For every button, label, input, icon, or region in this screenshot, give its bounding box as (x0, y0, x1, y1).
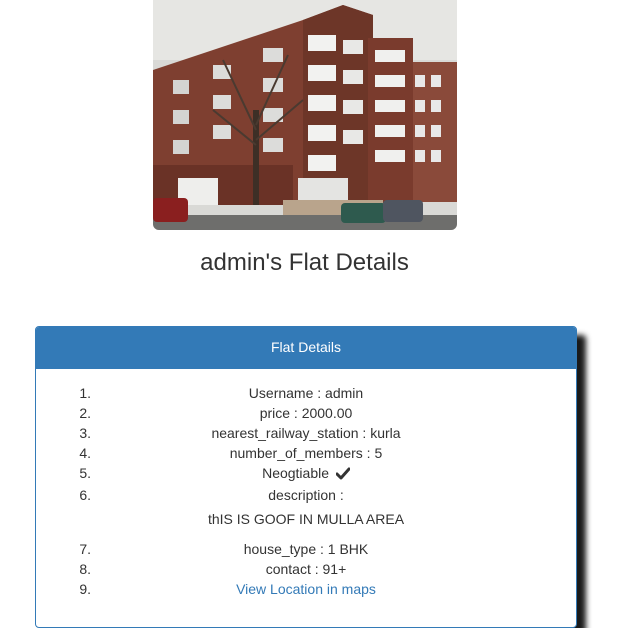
details-list: 1. Username : admin 2. price : 2000.00 3… (36, 383, 576, 599)
username-text: Username : admin (248, 385, 364, 401)
house-type-text: house_type : 1 BHK (243, 541, 369, 557)
list-item-price: 2. price : 2000.00 (36, 403, 576, 423)
railway-station-text: nearest_railway_station : kurla (211, 425, 401, 441)
price-text: price : 2000.00 (259, 405, 353, 421)
list-item-map-link: 9. View Location in maps (36, 579, 576, 599)
list-item-negotiable: 5. Neogtiable (36, 463, 576, 485)
item-number: 7. (79, 541, 91, 557)
list-item-description: 6. description : thIS IS GOOF IN MULLA A… (36, 485, 576, 529)
panel-heading: Flat Details (36, 327, 576, 369)
flat-photo (153, 0, 457, 230)
contact-text: contact : 91+ (265, 561, 347, 577)
list-item-members: 4. number_of_members : 5 (36, 443, 576, 463)
members-text: number_of_members : 5 (229, 445, 383, 461)
item-number: 8. (79, 561, 91, 577)
item-number: 9. (79, 581, 91, 597)
item-number: 2. (79, 405, 91, 421)
list-item-username: 1. Username : admin (36, 383, 576, 403)
list-item-house-type: 7. house_type : 1 BHK (36, 539, 576, 559)
description-text: thIS IS GOOF IN MULLA AREA (207, 511, 405, 527)
item-number: 6. (79, 487, 91, 503)
page-title: admin's Flat Details (200, 249, 409, 276)
check-icon (335, 465, 351, 485)
list-item-railway-station: 3. nearest_railway_station : kurla (36, 423, 576, 443)
item-number: 3. (79, 425, 91, 441)
negotiable-text: Neogtiable (262, 465, 330, 481)
item-number: 5. (79, 465, 91, 481)
description-label: description : (268, 487, 344, 503)
item-number: 4. (79, 445, 91, 461)
list-item-contact: 8. contact : 91+ (36, 559, 576, 579)
view-location-link[interactable]: View Location in maps (236, 581, 376, 597)
item-number: 1. (79, 385, 91, 401)
building-photo-icon (153, 0, 457, 230)
flat-details-panel: Flat Details 1. Username : admin 2. pric… (35, 326, 577, 628)
